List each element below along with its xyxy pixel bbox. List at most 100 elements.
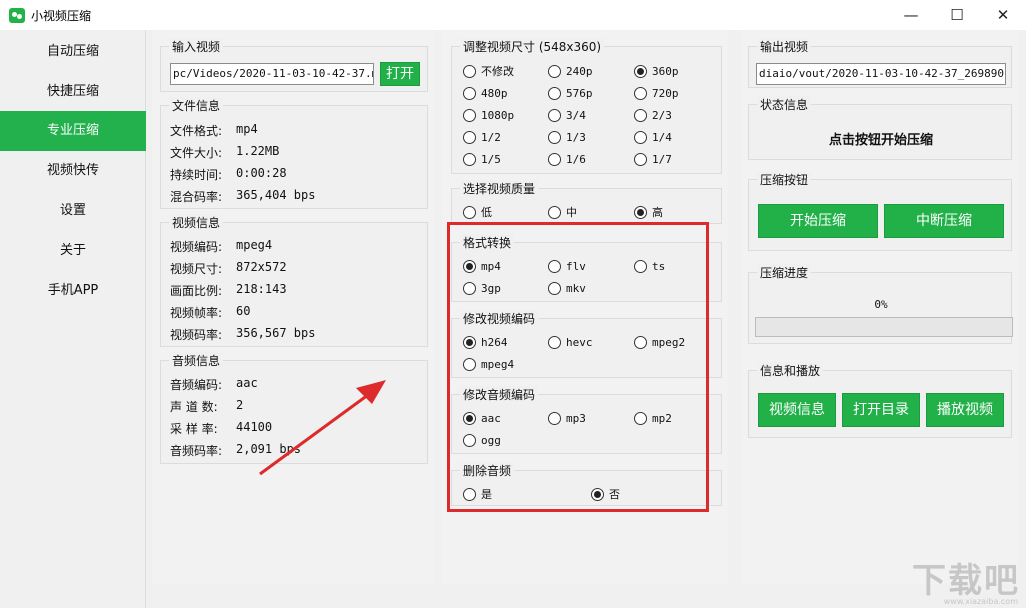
play-video-button[interactable]: 播放视频 xyxy=(926,393,1004,427)
input-path-field[interactable]: pc/Videos/2020-11-03-10-42-37.mp4 xyxy=(170,63,374,85)
progress-percent: 0% xyxy=(874,298,888,311)
resize-option-label: 不修改 xyxy=(481,65,514,78)
radio-selected-icon xyxy=(634,206,647,219)
info-play-title: 信息和播放 xyxy=(757,362,824,379)
aspect-ratio-value: 218:143 xyxy=(236,282,287,296)
duration-label: 持续时间: xyxy=(170,168,223,182)
channels-label: 声 道 数: xyxy=(170,400,218,414)
channels-row: 声 道 数: 2 xyxy=(170,398,243,415)
audio-codec-value: aac xyxy=(236,376,258,390)
file-info-group: 文件信息 文件格式: mp4 文件大小: 1.22MB 持续时间: 0:00:28 混… xyxy=(160,97,428,209)
audio-codec-label: 音频编码: xyxy=(170,378,223,392)
status-group: 状态信息 点击按钮开始压缩 xyxy=(748,96,1012,160)
title-bar: 小视频压缩 — ☐ ✕ xyxy=(0,0,1026,30)
frame-rate-label: 视频帧率: xyxy=(170,306,223,320)
file-format-label: 文件格式: xyxy=(170,124,223,138)
radio-circle-icon xyxy=(463,153,476,166)
status-title: 状态信息 xyxy=(757,96,812,113)
resize-option-label: 2/3 xyxy=(652,109,672,122)
video-bitrate-label: 视频码率: xyxy=(170,328,223,342)
bitrate-value: 365,404 bps xyxy=(236,188,316,202)
channels-value: 2 xyxy=(236,398,244,412)
sidebar: 自动压缩 快捷压缩 专业压缩 视频快传 设置 关于 手机APP xyxy=(0,30,146,608)
app-logo-icon xyxy=(9,8,25,23)
start-compress-button[interactable]: 开始压缩 xyxy=(758,204,878,238)
input-video-title: 输入视频 xyxy=(169,38,224,55)
video-codec-row: 视频编码: mpeg4 xyxy=(170,238,272,255)
resize-option-label: 3/4 xyxy=(566,109,586,122)
duration-row: 持续时间: 0:00:28 xyxy=(170,166,287,183)
highlight-box xyxy=(447,222,709,512)
duration-value: 0:00:28 xyxy=(236,166,287,180)
resize-title: 调整视频尺寸 (548x360) xyxy=(460,38,605,55)
resize-option-label: 360p xyxy=(652,65,679,78)
sidebar-item-mobile-app[interactable]: 手机APP xyxy=(0,271,146,311)
compress-group: 压缩按钮 开始压缩 中断压缩 xyxy=(748,171,1012,251)
audio-bitrate-value: 2,091 bps xyxy=(236,442,302,456)
sidebar-item-transfer[interactable]: 视频快传 xyxy=(0,151,146,191)
video-bitrate-row: 视频码率: 356,567 bps xyxy=(170,326,315,343)
audio-info-group: 音频信息 音频编码: aac 声 道 数: 2 采 样 率: 44100 音频码率: 2… xyxy=(160,352,428,464)
sidebar-item-auto[interactable]: 自动压缩 xyxy=(0,32,146,72)
sidebar-item-settings[interactable]: 设置 xyxy=(0,191,146,231)
radio-circle-icon xyxy=(463,109,476,122)
minimize-button[interactable]: — xyxy=(888,0,934,30)
radio-circle-icon xyxy=(548,65,561,78)
output-column: 输出视频 diaio/vout/2020-11-03-10-42-37_2698… xyxy=(742,30,1018,584)
audio-bitrate-label: 音频码率: xyxy=(170,444,223,458)
bitrate-row: 混合码率: 365,404 bps xyxy=(170,188,315,205)
quality-option-label: 低 xyxy=(481,206,492,219)
radio-selected-icon xyxy=(634,65,647,78)
video-info-button[interactable]: 视频信息 xyxy=(758,393,836,427)
resize-group: 调整视频尺寸 (548x360) 不修改 240p 360p 480p 576p… xyxy=(451,38,722,174)
watermark-logo: 下载吧 xyxy=(912,561,1020,601)
output-video-group: 输出视频 diaio/vout/2020-11-03-10-42-37_2698… xyxy=(748,38,1012,88)
radio-circle-icon xyxy=(548,109,561,122)
file-format-row: 文件格式: mp4 xyxy=(170,122,258,139)
radio-circle-icon xyxy=(634,153,647,166)
radio-circle-icon xyxy=(463,131,476,144)
radio-circle-icon xyxy=(548,131,561,144)
status-text: 点击按钮开始压缩 xyxy=(828,133,933,148)
file-size-row: 文件大小: 1.22MB xyxy=(170,144,279,161)
open-file-button[interactable]: 打开 xyxy=(380,62,420,86)
resize-option-label: 576p xyxy=(566,87,593,100)
resize-option-label: 720p xyxy=(652,87,679,100)
video-size-row: 视频尺寸: 872x572 xyxy=(170,260,287,277)
sidebar-item-pro[interactable]: 专业压缩 xyxy=(0,111,146,151)
open-directory-button[interactable]: 打开目录 xyxy=(842,393,920,427)
resize-option-label: 480p xyxy=(481,87,508,100)
progress-title: 压缩进度 xyxy=(757,264,812,281)
sidebar-item-about[interactable]: 关于 xyxy=(0,231,146,271)
input-video-group: 输入视频 pc/Videos/2020-11-03-10-42-37.mp4 打… xyxy=(160,38,428,92)
progress-bar xyxy=(755,317,1013,337)
sidebar-item-quick[interactable]: 快捷压缩 xyxy=(0,72,146,112)
video-info-title: 视频信息 xyxy=(169,214,224,231)
resize-option-label: 1080p xyxy=(481,109,515,122)
resize-option-label: 1/3 xyxy=(566,131,586,144)
radio-circle-icon xyxy=(463,206,476,219)
info-column: 输入视频 pc/Videos/2020-11-03-10-42-37.mp4 打… xyxy=(152,30,434,584)
video-size-label: 视频尺寸: xyxy=(170,262,223,276)
output-video-title: 输出视频 xyxy=(757,38,812,55)
bitrate-label: 混合码率: xyxy=(170,190,223,204)
output-path-field[interactable]: diaio/vout/2020-11-03-10-42-37_269890.mp… xyxy=(756,63,1006,85)
file-format-value: mp4 xyxy=(236,122,258,136)
quality-option-label: 高 xyxy=(652,206,663,219)
info-play-group: 信息和播放 视频信息 打开目录 播放视频 xyxy=(748,362,1012,438)
stop-compress-button[interactable]: 中断压缩 xyxy=(884,204,1004,238)
radio-circle-icon xyxy=(548,153,561,166)
frame-rate-value: 60 xyxy=(236,304,251,318)
maximize-button[interactable]: ☐ xyxy=(934,0,980,30)
sample-rate-row: 采 样 率: 44100 xyxy=(170,420,272,437)
quality-title: 选择视频质量 xyxy=(460,180,539,197)
close-button[interactable]: ✕ xyxy=(980,0,1026,30)
radio-circle-icon xyxy=(634,109,647,122)
sample-rate-label: 采 样 率: xyxy=(170,422,218,436)
audio-codec-row: 音频编码: aac xyxy=(170,376,258,393)
resize-option-label: 240p xyxy=(566,65,593,78)
video-codec-value: mpeg4 xyxy=(236,238,273,252)
radio-circle-icon xyxy=(634,131,647,144)
resize-option-label: 1/2 xyxy=(481,131,501,144)
radio-circle-icon xyxy=(548,87,561,100)
